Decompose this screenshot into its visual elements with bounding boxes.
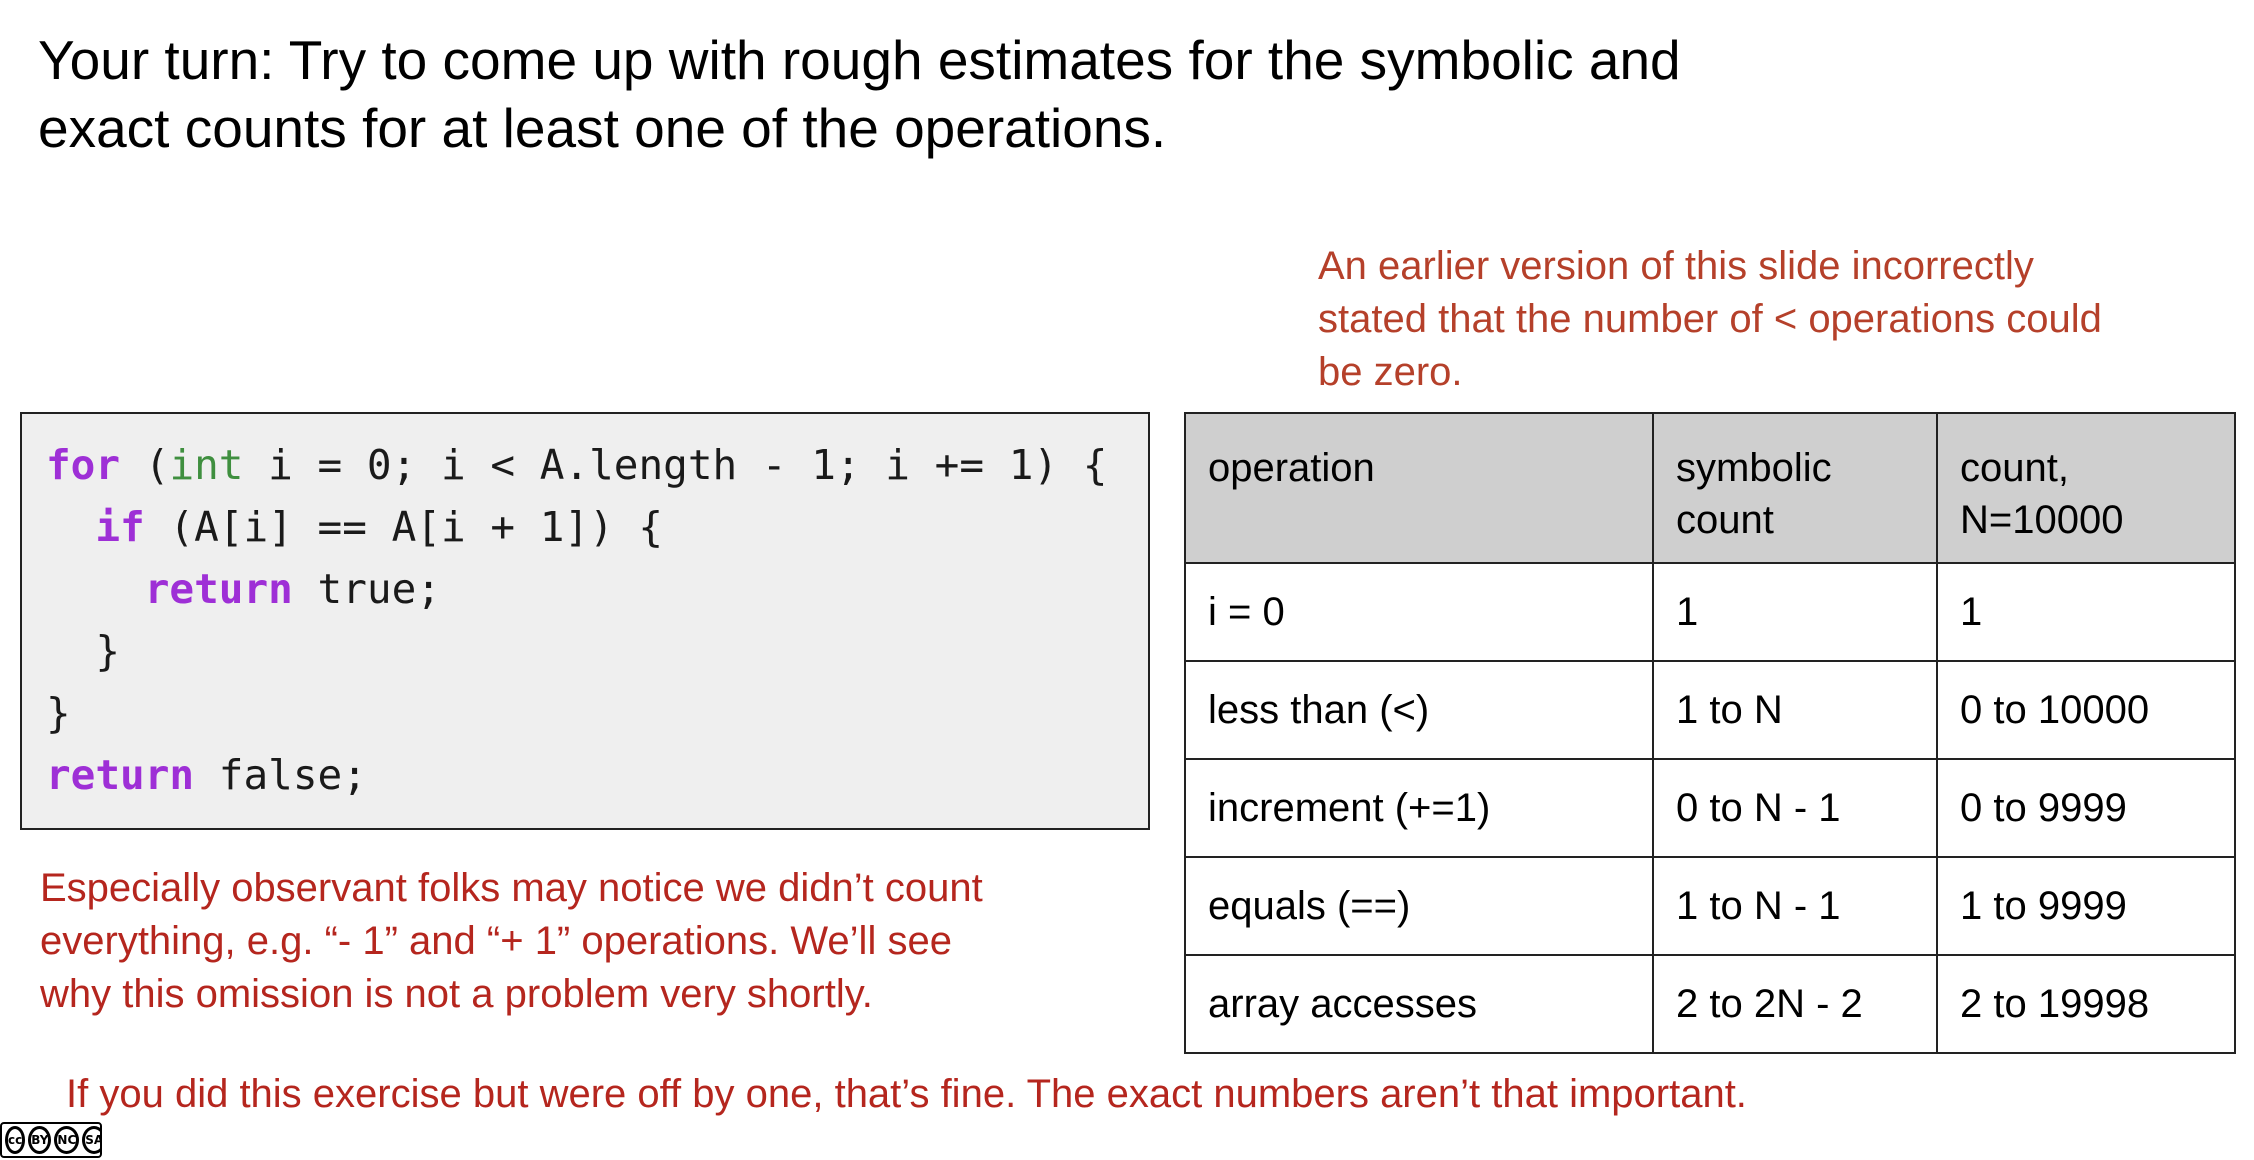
code-keyword: if — [95, 503, 145, 551]
code-keyword: return — [144, 565, 293, 613]
off-by-one-note: If you did this exercise but were off by… — [66, 1072, 1747, 1116]
code-line: } — [46, 627, 121, 675]
cc-icon: cc — [5, 1126, 26, 1154]
omission-note-line: why this omission is not a problem very … — [40, 972, 873, 1016]
cell-count: 2 to 19998 — [1936, 954, 2236, 1054]
cell-count: 1 to 9999 — [1936, 856, 2236, 956]
correction-note-line: stated that the number of < operations c… — [1318, 297, 2102, 341]
by-icon: BY — [28, 1126, 52, 1154]
header-symbolic-count: symbolic count — [1652, 412, 1938, 564]
slide-title-line: exact counts for at least one of the ope… — [38, 97, 1167, 159]
cell-symbolic: 1 to N — [1652, 660, 1938, 760]
code-text: true; — [292, 565, 441, 613]
table-row: array accesses 2 to 2N - 2 2 to 19998 — [1184, 954, 2236, 1054]
code-line: } — [46, 689, 71, 737]
cell-operation: equals (==) — [1184, 856, 1654, 956]
nc-icon: NC — [54, 1126, 80, 1154]
cell-count: 0 to 10000 — [1936, 660, 2236, 760]
code-type-keyword: int — [169, 441, 244, 489]
code-line: return true; — [46, 558, 1148, 620]
cell-operation: array accesses — [1184, 954, 1654, 1054]
sa-icon: SA — [82, 1126, 100, 1154]
header-operation: operation — [1184, 412, 1654, 564]
cell-count: 0 to 9999 — [1936, 758, 2236, 858]
code-text: false; — [194, 751, 367, 799]
cell-operation: less than (<) — [1184, 660, 1654, 760]
code-block: for (int i = 0; i < A.length - 1; i += 1… — [20, 412, 1150, 830]
creative-commons-by-nc-sa-icon: cc BY NC SA — [0, 1122, 102, 1158]
table-header-row: operation symbolic count count, N=10000 — [1184, 412, 2236, 564]
code-text: i = 0; i < A.length - 1; i += 1) { — [243, 441, 1108, 489]
cell-operation: i = 0 — [1184, 562, 1654, 662]
cell-symbolic: 0 to N - 1 — [1652, 758, 1938, 858]
header-text: symbolic — [1676, 446, 1832, 490]
table-row: equals (==) 1 to N - 1 1 to 9999 — [1184, 856, 2236, 956]
code-keyword: return — [46, 751, 195, 799]
header-text: count — [1676, 498, 1774, 542]
slide-title: Your turn: Try to come up with rough est… — [38, 26, 1838, 162]
code-line: for (int i = 0; i < A.length - 1; i += 1… — [46, 434, 1148, 496]
table-row: less than (<) 1 to N 0 to 10000 — [1184, 660, 2236, 760]
code-line: return false; — [46, 744, 1148, 806]
table-row: increment (+=1) 0 to N - 1 0 to 9999 — [1184, 758, 2236, 858]
code-text: (A[i] == A[i + 1]) { — [144, 503, 664, 551]
correction-note-line: An earlier version of this slide incorre… — [1318, 244, 2034, 288]
operations-count-table: operation symbolic count count, N=10000 … — [1184, 412, 2236, 1054]
header-text: N=10000 — [1960, 498, 2124, 542]
cell-symbolic: 2 to 2N - 2 — [1652, 954, 1938, 1054]
omission-note-line: everything, e.g. “- 1” and “+ 1” operati… — [40, 919, 952, 963]
header-count-n: count, N=10000 — [1936, 412, 2236, 564]
slide-title-line: Your turn: Try to come up with rough est… — [38, 29, 1681, 91]
cell-symbolic: 1 to N - 1 — [1652, 856, 1938, 956]
correction-note: An earlier version of this slide incorre… — [1318, 240, 2218, 399]
code-keyword: for — [46, 441, 121, 489]
cell-symbolic: 1 — [1652, 562, 1938, 662]
table-row: i = 0 1 1 — [1184, 562, 2236, 662]
omission-note-line: Especially observant folks may notice we… — [40, 866, 983, 910]
cell-count: 1 — [1936, 562, 2236, 662]
code-text: ( — [120, 441, 170, 489]
correction-note-line: be zero. — [1318, 350, 1463, 394]
cell-operation: increment (+=1) — [1184, 758, 1654, 858]
omission-note: Especially observant folks may notice we… — [40, 862, 1170, 1021]
code-line: if (A[i] == A[i + 1]) { — [46, 496, 1148, 558]
header-text: count, — [1960, 446, 2069, 490]
